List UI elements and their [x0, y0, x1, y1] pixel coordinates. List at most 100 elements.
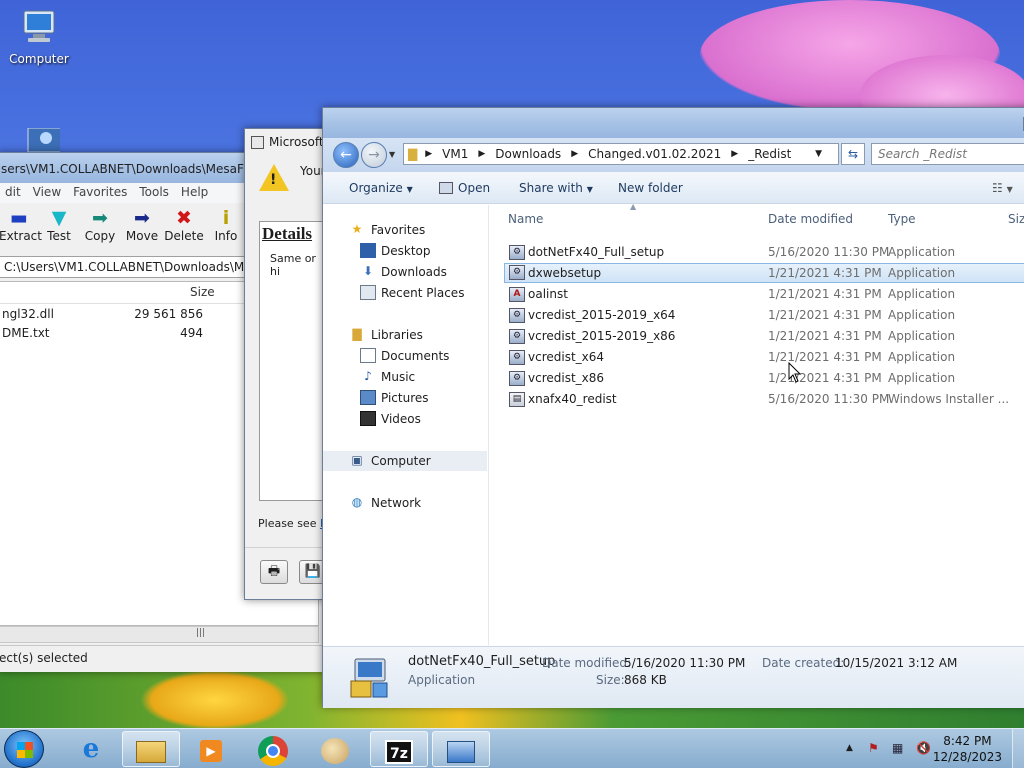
search-input[interactable]: Search _Redist: [871, 143, 1024, 165]
refresh-button[interactable]: ⇆: [841, 143, 865, 165]
file-row[interactable]: ▤ xnafx40_redist 5/16/2020 11:30 PM Wind…: [504, 389, 1024, 409]
show-desktop-button[interactable]: [1012, 729, 1024, 768]
seven-zip-taskbar-button[interactable]: 7z: [370, 731, 428, 767]
libraries-icon: ▇: [352, 327, 362, 341]
delete-button[interactable]: ✖ Delete: [163, 203, 205, 253]
file-date: 1/21/2021 4:31 PM: [768, 371, 882, 385]
details-size-label: Size:: [596, 673, 625, 687]
nav-libraries[interactable]: ▇ Libraries: [323, 325, 487, 345]
nav-network[interactable]: ◍ Network: [323, 493, 487, 513]
file-row[interactable]: ⚙ vcredist_2015-2019_x86 1/21/2021 4:31 …: [504, 326, 1024, 346]
explorer-titlebar[interactable]: [323, 108, 1024, 138]
nav-music-label: Music: [381, 370, 416, 384]
windows-explorer-button[interactable]: [122, 731, 180, 767]
openal-icon: A: [509, 287, 525, 302]
nav-videos-label: Videos: [381, 412, 421, 426]
computer-shortcut-label: Computer: [9, 52, 69, 66]
info-button[interactable]: i Info: [205, 203, 247, 253]
command-bar: Organize ▼ Open Share with ▼ New folder …: [323, 172, 1024, 204]
test-button[interactable]: ▼ Test: [39, 203, 79, 253]
organize-button[interactable]: Organize ▼: [349, 181, 413, 195]
chrome-button[interactable]: [244, 731, 302, 767]
menu-favorites[interactable]: Favorites: [67, 183, 133, 203]
dialog-button-row: 🖶 💾: [245, 547, 333, 597]
chevron-right-icon: ▶: [478, 149, 486, 159]
nav-desktop-label: Desktop: [381, 244, 431, 258]
breadcrumb-vm1[interactable]: VM1: [442, 147, 468, 161]
column-type[interactable]: Type: [888, 212, 916, 226]
menu-edit[interactable]: dit: [0, 183, 27, 203]
application-icon: ⚙: [509, 308, 525, 323]
volume-muted-icon[interactable]: 🔇: [916, 741, 931, 755]
desktop-computer-shortcut[interactable]: Computer: [4, 8, 74, 66]
open-button[interactable]: Open: [439, 181, 490, 195]
extract-button[interactable]: ▬ Extract: [0, 203, 42, 253]
column-size[interactable]: Size: [190, 285, 215, 299]
file-type: Application: [888, 371, 956, 385]
action-center-icon[interactable]: ⚑: [868, 741, 879, 755]
menu-help[interactable]: Help: [175, 183, 214, 203]
column-date-modified[interactable]: Date modified: [768, 212, 853, 226]
file-name: vcredist_2015-2019_x64: [528, 308, 676, 322]
menu-view[interactable]: View: [27, 183, 67, 203]
remote-desktop-button[interactable]: [432, 731, 490, 767]
back-button[interactable]: ←: [333, 142, 359, 168]
details-file-kind: Application: [408, 673, 476, 687]
file-row[interactable]: ⚙ vcredist_2015-2019_x64 1/21/2021 4:31 …: [504, 305, 1024, 325]
move-button[interactable]: ➡ Move: [121, 203, 163, 253]
nav-videos[interactable]: Videos: [323, 409, 487, 429]
breadcrumb-changed[interactable]: Changed.v01.02.2021: [588, 147, 721, 161]
details-modified-value: 5/16/2020 11:30 PM: [624, 656, 746, 670]
address-dropdown-icon[interactable]: ▼: [815, 149, 822, 159]
column-size[interactable]: Size: [1008, 212, 1024, 226]
nav-pictures[interactable]: Pictures: [323, 388, 487, 408]
file-name: vcredist_x64: [528, 350, 605, 364]
move-label: Move: [125, 229, 159, 243]
network-status-icon[interactable]: ▦: [892, 741, 903, 755]
column-name[interactable]: Name: [508, 212, 543, 226]
nav-desktop[interactable]: Desktop: [323, 241, 487, 261]
file-name: oalinst: [528, 287, 568, 301]
file-row[interactable]: A oalinst 1/21/2021 4:31 PM Application: [504, 284, 1024, 304]
nav-music[interactable]: ♪ Music: [323, 367, 487, 387]
breadcrumb-downloads[interactable]: Downloads: [495, 147, 561, 161]
nav-favorites[interactable]: ★ Favorites: [323, 220, 487, 240]
nav-downloads[interactable]: ⬇ Downloads: [323, 262, 487, 282]
new-folder-label: New folder: [618, 181, 683, 195]
view-options-button[interactable]: ☷ ▼: [992, 181, 1013, 195]
copy-button[interactable]: ➡ Copy: [79, 203, 121, 253]
internet-explorer-button[interactable]: e: [62, 731, 120, 767]
breadcrumb[interactable]: ▇ ▶ VM1 ▶ Downloads ▶ Changed.v01.02.202…: [403, 143, 839, 165]
windows-logo-icon: [17, 742, 33, 758]
file-row[interactable]: ⚙ vcredist_x64 1/21/2021 4:31 PM Applica…: [504, 347, 1024, 367]
file-row-selected[interactable]: ⚙ dxwebsetup 1/21/2021 4:31 PM Applicati…: [504, 263, 1024, 283]
paint-button[interactable]: [306, 731, 364, 767]
dialog-title: Microsoft: [269, 135, 324, 149]
share-with-button[interactable]: Share with ▼: [519, 181, 593, 195]
details-pane: dotNetFx40_Full_setup Application Date m…: [323, 646, 1024, 708]
nav-recent-places[interactable]: Recent Places: [323, 283, 487, 303]
print-button[interactable]: 🖶: [260, 560, 288, 584]
start-button[interactable]: [4, 730, 44, 768]
file-row[interactable]: ⚙ vcredist_x86 1/21/2021 4:31 PM Applica…: [504, 368, 1024, 388]
recent-pages-dropdown[interactable]: ▼: [389, 150, 395, 159]
media-player-button[interactable]: ▶: [182, 731, 240, 767]
nav-computer-label: Computer: [371, 454, 431, 468]
chevron-down-icon: ▼: [406, 185, 413, 194]
remote-desktop-icon: [447, 740, 475, 763]
forward-button[interactable]: →: [361, 142, 387, 168]
nav-documents[interactable]: Documents: [323, 346, 487, 366]
horizontal-scrollbar[interactable]: |||: [0, 626, 319, 643]
computer-icon: [23, 10, 55, 42]
breadcrumb-redist[interactable]: _Redist: [748, 147, 791, 161]
file-row[interactable]: ⚙ dotNetFx40_Full_setup 5/16/2020 11:30 …: [504, 242, 1024, 262]
view-icon: ☷: [992, 181, 1003, 195]
nav-computer[interactable]: ▣ Computer: [323, 451, 487, 471]
mouse-cursor-icon: [788, 362, 802, 383]
system-clock[interactable]: 8:42 PM 12/28/2023: [933, 733, 1002, 765]
test-icon: ▼: [51, 207, 67, 229]
new-folder-button[interactable]: New folder: [618, 181, 683, 195]
show-hidden-icons-button[interactable]: ▲: [846, 743, 853, 753]
info-label: Info: [214, 229, 238, 243]
menu-tools[interactable]: Tools: [133, 183, 175, 203]
